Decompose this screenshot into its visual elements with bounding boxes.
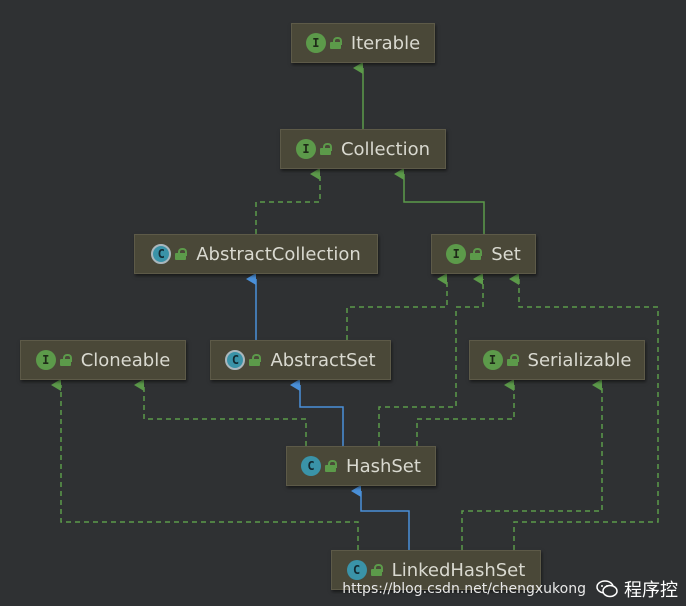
- class-icon: C: [301, 456, 322, 476]
- edge-abstractcollection-collection: [255, 168, 321, 234]
- lock-icon: [325, 460, 338, 472]
- lock-icon: [249, 354, 262, 366]
- edge-set-collection: [394, 168, 485, 234]
- node-label: Iterable: [350, 32, 421, 54]
- node-serializable[interactable]: I Serializable: [469, 340, 645, 380]
- interface-icon: I: [482, 350, 503, 370]
- lock-icon: [506, 354, 519, 366]
- abstract-class-icon: C: [151, 244, 172, 264]
- node-label: Cloneable: [80, 349, 171, 371]
- interface-icon: I: [295, 139, 316, 159]
- edge-linkedhashset-hashset: [351, 485, 410, 550]
- node-collection[interactable]: I Collection: [280, 129, 446, 169]
- lock-icon: [329, 37, 342, 49]
- edge-hashset-serializable: [416, 379, 515, 446]
- node-label: AbstractSet: [270, 349, 376, 371]
- node-label: Collection: [340, 138, 431, 160]
- lock-icon: [370, 564, 383, 576]
- edge-linkedhashset-set: [509, 273, 659, 550]
- node-label: Set: [491, 243, 521, 265]
- diagram-edges: [51, 62, 659, 550]
- node-iterable[interactable]: I Iterable: [291, 23, 435, 63]
- node-label: AbstractCollection: [196, 243, 361, 265]
- abstract-class-icon: C: [225, 350, 246, 370]
- watermark: https://blog.csdn.net/chengxukong 程序控: [342, 576, 678, 602]
- node-abstract-collection[interactable]: C AbstractCollection: [134, 234, 378, 274]
- lock-icon: [470, 248, 483, 260]
- lock-icon: [59, 354, 72, 366]
- edge-linkedhashset-serializable: [461, 379, 603, 550]
- watermark-logo-text: 程序控: [624, 580, 678, 601]
- wechat-chat-icon: [596, 580, 618, 598]
- node-label: Serializable: [527, 349, 632, 371]
- watermark-logo: 程序控: [596, 576, 678, 602]
- edge-hashset-cloneable: [134, 379, 307, 446]
- lock-icon: [175, 248, 188, 260]
- node-label: HashSet: [346, 455, 421, 477]
- interface-icon: I: [35, 350, 56, 370]
- node-cloneable[interactable]: I Cloneable: [20, 340, 186, 380]
- uml-class-diagram: I Iterable I Collection C AbstractCollec…: [0, 0, 686, 606]
- edge-hashset-set: [378, 273, 484, 446]
- node-set[interactable]: I Set: [431, 234, 536, 274]
- interface-icon: I: [305, 33, 326, 53]
- interface-icon: I: [446, 244, 467, 264]
- node-abstract-set[interactable]: C AbstractSet: [210, 340, 391, 380]
- watermark-url: https://blog.csdn.net/chengxukong: [342, 581, 586, 597]
- edge-abstractset-set: [346, 273, 448, 340]
- node-hash-set[interactable]: C HashSet: [286, 446, 436, 486]
- lock-icon: [319, 143, 332, 155]
